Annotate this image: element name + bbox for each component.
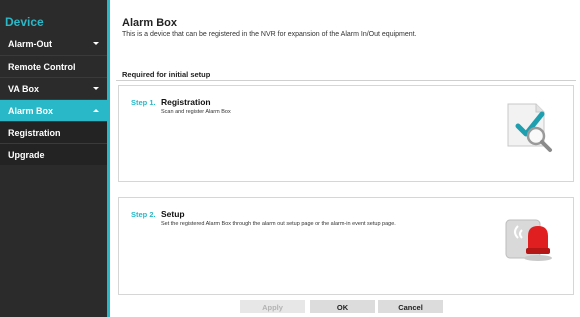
step-card-registration[interactable]: Step 1. Registration Scan and register A… (118, 85, 574, 182)
alarm-siren-icon (505, 219, 552, 261)
sidebar-title: Device (5, 15, 44, 29)
sidebar-item-label: Remote Control (8, 62, 76, 72)
sidebar-item-va-box[interactable]: VA Box (0, 77, 107, 99)
sidebar-item-registration[interactable]: Registration (0, 121, 107, 143)
sidebar-item-label: Alarm-Out (8, 39, 53, 49)
sidebar-item-remote-control[interactable]: Remote Control (0, 55, 107, 77)
sidebar-item-upgrade[interactable]: Upgrade (0, 143, 107, 165)
sidebar: Device Alarm-Out Remote Control VA Box A… (0, 0, 110, 317)
chevron-down-icon (93, 42, 99, 45)
sidebar-item-alarm-box[interactable]: Alarm Box (0, 99, 107, 121)
sidebar-item-label: VA Box (8, 84, 40, 94)
step-description: Scan and register Alarm Box (161, 109, 231, 115)
section-divider (116, 80, 576, 81)
step-number: Step 2. (131, 210, 156, 219)
sidebar-item-alarm-out[interactable]: Alarm-Out (0, 33, 107, 55)
document-check-search-icon (507, 103, 552, 152)
chevron-up-icon (93, 109, 99, 112)
step-description: Set the registered Alarm Box through the… (161, 221, 396, 227)
step-title: Registration (161, 97, 211, 107)
chevron-down-icon (93, 87, 99, 90)
page-title: Alarm Box (122, 17, 178, 29)
apply-button[interactable]: Apply (240, 300, 305, 313)
alarm-box-window: Device Alarm-Out Remote Control VA Box A… (0, 0, 580, 317)
main-panel: Alarm Box This is a device that can be r… (110, 0, 580, 317)
sidebar-item-label: Upgrade (8, 150, 45, 160)
section-label: Required for initial setup (122, 70, 211, 79)
cancel-button[interactable]: Cancel (378, 300, 443, 313)
page-description: This is a device that can be registered … (122, 31, 417, 38)
step-card-setup[interactable]: Step 2. Setup Set the registered Alarm B… (118, 197, 574, 295)
ok-button[interactable]: OK (310, 300, 375, 313)
step-title: Setup (161, 209, 185, 219)
sidebar-item-label: Alarm Box (8, 106, 54, 116)
sidebar-item-label: Registration (8, 128, 61, 138)
step-number: Step 1. (131, 98, 156, 107)
